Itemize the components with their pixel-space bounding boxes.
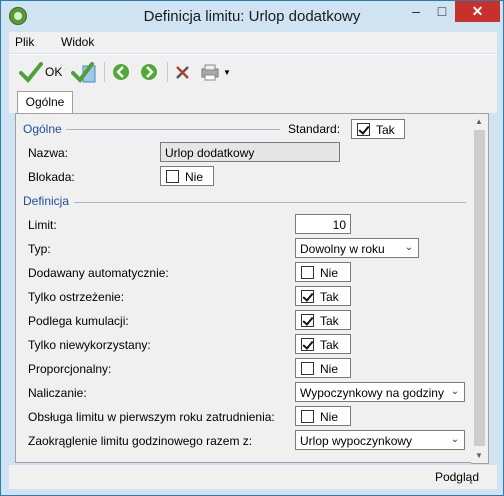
checkbox-unchecked-icon — [301, 362, 314, 375]
chevron-down-icon[interactable]: ⌄ — [447, 432, 463, 448]
chevron-down-icon[interactable]: ⌄ — [401, 240, 417, 256]
checkbox-checked-icon — [301, 338, 314, 351]
toolbar: OK ▼ — [9, 54, 497, 89]
unused-checkbox[interactable]: Tak — [295, 334, 351, 354]
tab-ogolne[interactable]: Ogólne — [17, 91, 73, 113]
cumul-value: Tak — [320, 314, 339, 328]
menu-widok[interactable]: Widok — [61, 35, 94, 49]
lock-label: Blokada: — [28, 170, 75, 184]
firstyear-checkbox[interactable]: Nie — [295, 406, 351, 426]
standard-value: Tak — [376, 123, 395, 137]
warn-label: Tylko ostrzeżenie: — [28, 290, 125, 304]
round-select[interactable]: Urlop wypoczynkowy ⌄ — [295, 430, 465, 450]
warn-checkbox[interactable]: Tak — [295, 286, 351, 306]
tab-strip: Ogólne — [9, 89, 497, 113]
close-button[interactable]: ✕ — [455, 1, 500, 22]
save-checkmark-button[interactable] — [71, 60, 97, 84]
auto-value: Nie — [320, 266, 339, 280]
type-select[interactable]: Dowolny w roku ⌄ — [295, 238, 419, 258]
firstyear-label: Obsługa limitu w pierwszym roku zatrudni… — [28, 410, 275, 424]
arrow-right-icon — [141, 64, 157, 80]
accrual-value: Wypoczynkowy na godziny — [300, 386, 444, 400]
name-field[interactable]: Urlop dodatkowy — [160, 142, 340, 162]
auto-label: Dodawany automatycznie: — [28, 266, 169, 280]
title-bar[interactable]: Definicja limitu: Urlop dodatkowy – □ ✕ — [1, 1, 503, 31]
limit-label: Limit: — [28, 218, 57, 232]
forward-button[interactable] — [139, 60, 159, 84]
round-label: Zaokrąglenie limitu godzinowego razem z: — [28, 434, 253, 448]
toolbar-separator — [167, 62, 168, 82]
check-document-icon — [71, 62, 96, 84]
tools-icon — [176, 66, 189, 79]
lock-checkbox[interactable]: Nie — [160, 166, 214, 186]
vertical-scrollbar[interactable]: ▲ ▼ — [471, 113, 489, 464]
standard-label: Standard: — [288, 122, 341, 136]
checkbox-unchecked-icon — [301, 266, 314, 279]
lock-value: Nie — [185, 170, 204, 184]
checkbox-unchecked-icon — [166, 170, 179, 183]
chevron-down-icon[interactable]: ⌄ — [447, 384, 463, 400]
group-ogolne-label: Ogólne — [23, 122, 62, 136]
group-divider — [66, 129, 280, 130]
name-label: Nazwa: — [28, 146, 69, 160]
firstyear-value: Nie — [320, 410, 339, 424]
preview-button[interactable]: Podgląd — [435, 470, 479, 484]
scroll-down-icon[interactable]: ▼ — [475, 451, 483, 460]
menu-bar: Plik Widok — [9, 32, 497, 53]
menu-plik[interactable]: Plik — [15, 35, 34, 49]
ok-button[interactable]: OK — [19, 60, 62, 84]
type-value: Dowolny w roku — [300, 242, 385, 256]
name-value: Urlop dodatkowy — [165, 146, 255, 160]
unused-label: Tylko niewykorzystany: — [28, 338, 151, 352]
chevron-down-icon[interactable]: ▼ — [223, 68, 231, 77]
form-panel: Ogólne Standard: Tak Nazwa: Urlop dodatk… — [15, 113, 473, 463]
warn-value: Tak — [320, 290, 339, 304]
round-value: Urlop wypoczynkowy — [300, 434, 413, 448]
prop-checkbox[interactable]: Nie — [295, 358, 351, 378]
checkbox-unchecked-icon — [301, 410, 314, 423]
type-label: Typ: — [28, 242, 51, 256]
ok-label: OK — [45, 65, 63, 79]
limit-value: 10 — [332, 218, 346, 232]
scroll-up-icon[interactable]: ▲ — [475, 117, 483, 126]
printer-icon — [201, 64, 219, 81]
limit-input[interactable]: 10 — [295, 214, 351, 234]
footer-bar: Podgląd — [9, 465, 497, 489]
checkbox-checked-icon — [301, 290, 314, 303]
prop-label: Proporcjonalny: — [28, 362, 112, 376]
checkbox-checked-icon — [301, 314, 314, 327]
group-divider — [74, 202, 466, 203]
checkbox-checked-icon — [357, 123, 370, 136]
accrual-label: Naliczanie: — [28, 386, 87, 400]
accrual-select[interactable]: Wypoczynkowy na godziny ⌄ — [295, 382, 465, 402]
checkmark-icon — [19, 62, 43, 83]
unused-value: Tak — [320, 338, 339, 352]
minimize-button[interactable]: – — [403, 1, 429, 22]
print-button[interactable]: ▼ — [199, 60, 231, 84]
prop-value: Nie — [320, 362, 339, 376]
group-definicja-label: Definicja — [23, 194, 70, 208]
back-button[interactable] — [111, 60, 131, 84]
scroll-thumb[interactable] — [474, 130, 485, 446]
tools-button[interactable] — [173, 60, 193, 84]
cumul-label: Podlega kumulacji: — [28, 314, 129, 328]
auto-checkbox[interactable]: Nie — [295, 262, 351, 282]
cumul-checkbox[interactable]: Tak — [295, 310, 351, 330]
window: Definicja limitu: Urlop dodatkowy – □ ✕ … — [0, 0, 504, 496]
standard-checkbox[interactable]: Tak — [351, 119, 405, 139]
toolbar-separator — [104, 62, 105, 82]
maximize-button[interactable]: □ — [429, 1, 455, 22]
arrow-left-icon — [113, 64, 129, 80]
